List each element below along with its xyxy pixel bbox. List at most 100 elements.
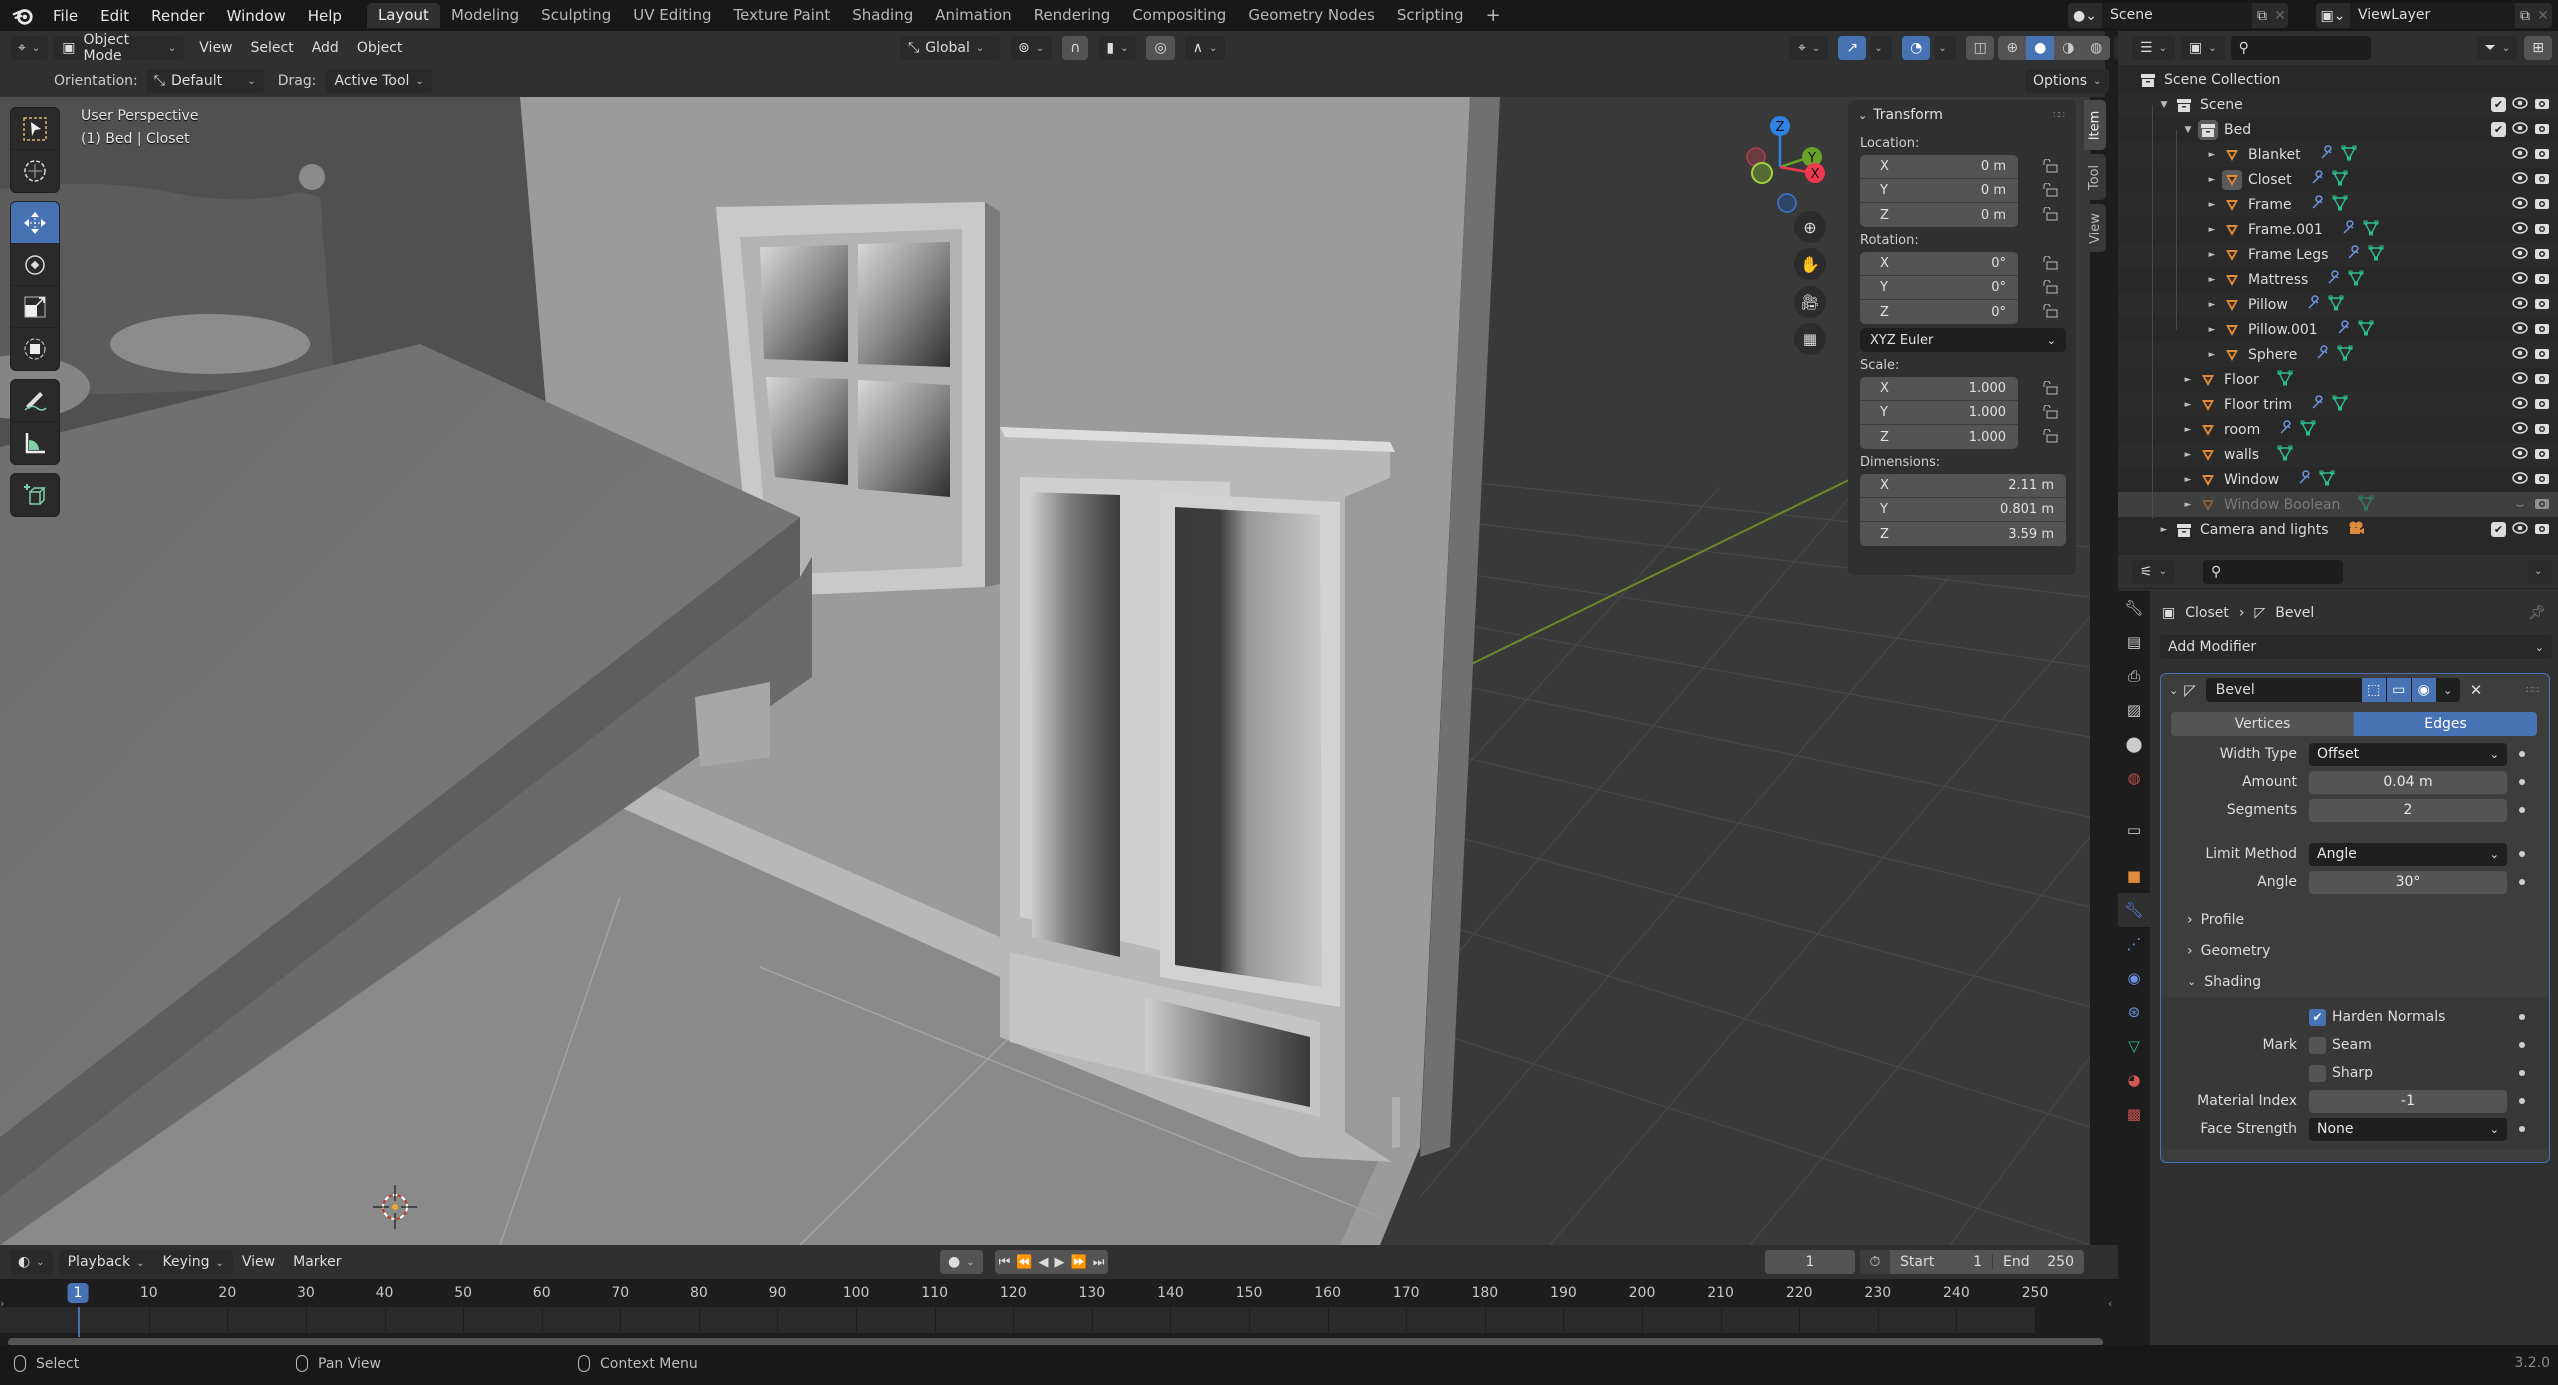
options-dropdown[interactable]: Options ⌄ bbox=[2025, 69, 2110, 93]
render-camera-icon[interactable] bbox=[2534, 321, 2550, 339]
timeline-editor-type-button[interactable]: ◐ ⌄ bbox=[10, 1250, 53, 1274]
3d-viewport[interactable]: User Perspective (1) Bed | Closet Z Y X … bbox=[0, 97, 2090, 1245]
location-y-field[interactable]: Y 0 m bbox=[1860, 179, 2018, 203]
expand-toggle-icon[interactable]: ▼ bbox=[2182, 125, 2194, 135]
tab-world[interactable]: ◍ bbox=[2118, 761, 2150, 795]
lock-location-y-icon[interactable] bbox=[2042, 182, 2058, 197]
exclude-checkbox[interactable]: ✔ bbox=[2491, 122, 2506, 137]
mesh-data-icon[interactable] bbox=[2348, 270, 2364, 290]
affect-edges-button[interactable]: Edges bbox=[2354, 712, 2537, 736]
eye-icon[interactable] bbox=[2512, 371, 2528, 388]
exclude-checkbox[interactable]: ✔ bbox=[2491, 522, 2506, 537]
keyframe-dot[interactable] bbox=[2519, 751, 2525, 757]
outliner-item-sphere[interactable]: ► Sphere bbox=[2118, 342, 2558, 367]
keyframe-dot[interactable] bbox=[2519, 1098, 2525, 1104]
expand-toggle-icon[interactable]: ► bbox=[2182, 425, 2194, 435]
cursor-tool[interactable] bbox=[11, 150, 59, 192]
workspace-tab-rendering[interactable]: Rendering bbox=[1023, 3, 1122, 28]
render-camera-icon[interactable] bbox=[2534, 471, 2550, 489]
keyframe-dot[interactable] bbox=[2519, 1070, 2525, 1076]
drag-handle-icon[interactable]: ∷∷ bbox=[2526, 685, 2539, 696]
modifier-wrench-icon[interactable] bbox=[2341, 219, 2357, 240]
modifier-wrench-icon[interactable] bbox=[2326, 269, 2342, 290]
workspace-tab-layout[interactable]: Layout bbox=[366, 3, 440, 28]
lock-location-x-icon[interactable] bbox=[2042, 158, 2058, 173]
render-toggle[interactable]: ◉ bbox=[2411, 678, 2436, 702]
outliner-item-pillow[interactable]: ► Pillow bbox=[2118, 292, 2558, 317]
measure-tool[interactable] bbox=[11, 422, 59, 464]
outliner-item-closet[interactable]: ► Closet bbox=[2118, 167, 2558, 192]
modifier-wrench-icon[interactable] bbox=[2315, 344, 2331, 365]
modifier-wrench-icon[interactable] bbox=[2310, 394, 2326, 415]
tab-collection[interactable]: ▭ bbox=[2118, 813, 2150, 847]
shading-wireframe-button[interactable]: ⊕ bbox=[1998, 36, 2027, 60]
outliner-item-floor-trim[interactable]: ► Floor trim bbox=[2118, 392, 2558, 417]
expand-toggle-icon[interactable]: ► bbox=[2206, 350, 2218, 360]
dimension-z-field[interactable]: Z 3.59 m bbox=[1860, 522, 2066, 546]
pivot-point-dropdown[interactable]: ⊚ ⌄ bbox=[1010, 36, 1053, 60]
start-frame-field[interactable]: Start 1 bbox=[1890, 1254, 1992, 1270]
lock-rotation-x-icon[interactable] bbox=[2042, 255, 2058, 270]
render-camera-icon[interactable] bbox=[2534, 196, 2550, 214]
object-visibility-dropdown[interactable]: ⌖ ⌄ bbox=[1790, 36, 1829, 60]
proportional-falloff-dropdown[interactable]: ∧ ⌄ bbox=[1184, 36, 1226, 60]
expand-toggle-icon[interactable]: ► bbox=[2206, 325, 2218, 335]
outliner-item-bed[interactable]: ▼ Bed ✔ bbox=[2118, 117, 2558, 142]
rotation-z-field[interactable]: Z 0° bbox=[1860, 300, 2018, 324]
add-workspace-button[interactable]: + bbox=[1475, 3, 1512, 28]
scale-tool[interactable] bbox=[11, 286, 59, 328]
menu-object[interactable]: Object bbox=[348, 40, 412, 56]
eye-icon[interactable] bbox=[2512, 221, 2528, 238]
scene-name-field[interactable]: Scene bbox=[2102, 3, 2252, 28]
tab-tool[interactable]: 🔧︎ bbox=[2118, 591, 2150, 625]
outliner-item-window[interactable]: ► Window bbox=[2118, 467, 2558, 492]
play-reverse-button[interactable]: ◀ bbox=[1039, 1255, 1049, 1270]
keyframe-dot[interactable] bbox=[2519, 1014, 2525, 1020]
view-layer-selector[interactable]: ▣⌄ ViewLayer ⧉ ✕ bbox=[2316, 3, 2552, 28]
profile-subpanel-header[interactable]: › Profile bbox=[2161, 904, 2549, 935]
copy-scene-icon[interactable]: ⧉ bbox=[2252, 8, 2272, 24]
menu-view[interactable]: View bbox=[233, 1254, 284, 1270]
angle-field[interactable]: 30° bbox=[2309, 870, 2507, 894]
mesh-data-icon[interactable] bbox=[2363, 220, 2379, 240]
shading-material-button[interactable]: ◑ bbox=[2054, 36, 2083, 60]
face-strength-dropdown[interactable]: None ⌄ bbox=[2309, 1117, 2507, 1141]
modifier-wrench-icon[interactable] bbox=[2306, 294, 2322, 315]
keyframe-dot[interactable] bbox=[2519, 779, 2525, 785]
expand-toggle-icon[interactable]: ► bbox=[2158, 525, 2170, 535]
modifier-wrench-icon[interactable] bbox=[2346, 244, 2362, 265]
overlays-toggle[interactable]: ◔ bbox=[1902, 36, 1931, 60]
harden-normals-checkbox[interactable]: ✔ bbox=[2309, 1008, 2326, 1026]
drag-dropdown[interactable]: Active Tool ⌄ bbox=[326, 69, 432, 93]
outliner-item-room[interactable]: ► room bbox=[2118, 417, 2558, 442]
jump-prev-keyframe-button[interactable]: ⏪ bbox=[1016, 1255, 1032, 1270]
drag-handle-icon[interactable]: ∷∷ bbox=[2053, 110, 2065, 121]
add-modifier-dropdown[interactable]: Add Modifier ⌄ bbox=[2160, 635, 2552, 659]
eye-icon[interactable] bbox=[2512, 296, 2528, 313]
navigation-gizmo[interactable]: Z Y X bbox=[1730, 105, 1830, 215]
sidebar-tab-view[interactable]: View bbox=[2084, 204, 2106, 252]
menu-select[interactable]: Select bbox=[242, 40, 303, 56]
workspace-tab-compositing[interactable]: Compositing bbox=[1121, 3, 1237, 28]
delete-view-layer-icon[interactable]: ✕ bbox=[2535, 8, 2551, 24]
play-button[interactable]: ▶ bbox=[1055, 1255, 1065, 1270]
eye-icon[interactable] bbox=[2512, 96, 2528, 113]
menu-render[interactable]: Render bbox=[140, 7, 215, 25]
proportional-edit-toggle[interactable]: ◎ bbox=[1146, 36, 1175, 60]
eye-icon[interactable] bbox=[2512, 521, 2528, 538]
workspace-tab-geometry-nodes[interactable]: Geometry Nodes bbox=[1237, 3, 1386, 28]
eye-icon[interactable] bbox=[2512, 471, 2528, 488]
outliner-item-window-boolean[interactable]: ► Window Boolean ⌣ bbox=[2118, 492, 2558, 517]
render-camera-icon[interactable] bbox=[2534, 521, 2550, 539]
modifier-wrench-icon[interactable] bbox=[2336, 319, 2352, 340]
gizmo-toggle[interactable]: ↗ bbox=[1838, 36, 1867, 60]
workspace-tab-modeling[interactable]: Modeling bbox=[440, 3, 530, 28]
keyframe-dot[interactable] bbox=[2519, 807, 2525, 813]
new-collection-button[interactable]: ⊞ bbox=[2524, 36, 2552, 60]
exclude-checkbox[interactable]: ✔ bbox=[2491, 97, 2506, 112]
mesh-data-icon[interactable] bbox=[2277, 445, 2293, 465]
mesh-data-icon[interactable] bbox=[2358, 320, 2374, 340]
jump-to-end-button[interactable]: ⏭ bbox=[1093, 1255, 1105, 1270]
dimension-x-field[interactable]: X 2.11 m bbox=[1860, 474, 2066, 498]
expand-toggle-icon[interactable]: ► bbox=[2206, 275, 2218, 285]
